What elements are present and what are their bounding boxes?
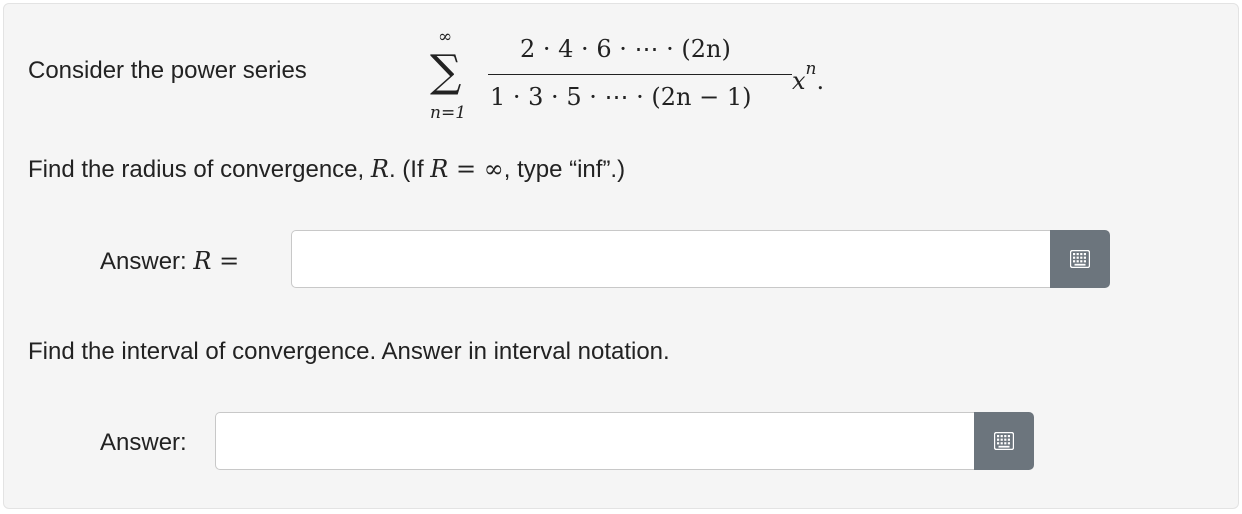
question-panel: Consider the power series ∞ ∑ n=1 2 · 4 … <box>3 3 1239 509</box>
sum-upper-limit: ∞ <box>438 27 453 47</box>
interval-prompt: Find the interval of convergence. Answer… <box>28 338 670 365</box>
keyboard-icon <box>994 432 1014 450</box>
radius-answer-input[interactable] <box>291 230 1050 288</box>
radius-prompt: Find the radius of convergence, R. (If R… <box>28 154 625 185</box>
power-base: x <box>792 67 806 95</box>
radius-condition: R = ∞ <box>430 155 504 183</box>
radius-answer-label-var: R <box>193 247 212 275</box>
interval-answer-input[interactable] <box>215 412 974 470</box>
fraction-numerator: 2 · 4 · 6 · ⋯ · (2n) <box>520 35 731 63</box>
intro-label: Consider the power series <box>28 57 307 84</box>
radius-prompt-end: , type “inf”.) <box>503 156 626 183</box>
keyboard-icon <box>1070 250 1090 268</box>
radius-answer-label-text: Answer: <box>100 248 194 275</box>
radius-answer-label: Answer: R = <box>100 246 239 277</box>
fraction-denominator: 1 · 3 · 5 · ⋯ · (2n − 1) <box>490 83 752 111</box>
summation-symbol: ∑ <box>430 46 462 97</box>
radius-answer-label-eq: = <box>211 247 240 275</box>
formula-period: . <box>816 67 825 95</box>
fraction-bar <box>488 74 792 75</box>
radius-input-group <box>291 230 1110 288</box>
power-term: xn. <box>792 59 825 96</box>
radius-prompt-middle: . (If <box>388 156 431 183</box>
interval-input-group <box>215 412 1034 470</box>
radius-variable: R <box>370 155 389 183</box>
series-formula: ∞ ∑ n=1 2 · 4 · 6 · ⋯ · (2n) 1 · 3 · 5 ·… <box>422 26 852 136</box>
radius-prompt-start: Find the radius of convergence, <box>28 156 371 183</box>
sum-lower-limit: n=1 <box>430 103 467 123</box>
power-exponent: n <box>805 59 817 79</box>
interval-keyboard-button[interactable] <box>974 412 1034 470</box>
radius-keyboard-button[interactable] <box>1050 230 1110 288</box>
interval-answer-label: Answer: <box>100 429 187 456</box>
